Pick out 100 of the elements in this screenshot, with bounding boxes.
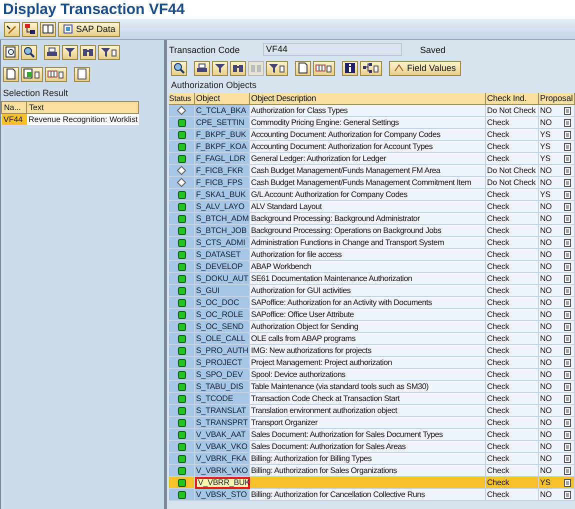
field-values-button[interactable]: Field Values: [389, 60, 461, 76]
column-header[interactable]: Text: [26, 102, 138, 114]
table-cell[interactable]: V_VBAK_AAT: [195, 429, 250, 441]
value-help-icon[interactable]: [564, 238, 571, 246]
value-help-icon[interactable]: [564, 178, 571, 186]
hierarchy-button[interactable]: [360, 60, 382, 76]
table-cell[interactable]: Revenue Recognition: Worklist: [26, 114, 138, 125]
value-help-icon[interactable]: [564, 322, 571, 330]
table-cell[interactable]: F_SKA1_BUK: [195, 189, 250, 201]
value-help-icon[interactable]: [564, 346, 571, 354]
find-button[interactable]: [80, 44, 96, 60]
value-help-icon[interactable]: [564, 298, 571, 306]
details-button[interactable]: [171, 60, 187, 76]
table-cell[interactable]: S_OC_SEND: [195, 321, 250, 333]
value-help-icon[interactable]: [564, 478, 571, 486]
window-button[interactable]: [40, 22, 56, 36]
search-button[interactable]: [21, 44, 37, 60]
value-help-icon[interactable]: [564, 490, 571, 498]
table-cell[interactable]: S_TABU_DIS: [195, 381, 250, 393]
value-help-icon[interactable]: [564, 406, 571, 414]
table-cell[interactable]: F_FICB_FPS: [195, 177, 250, 189]
filter-button[interactable]: [212, 60, 228, 76]
document-button[interactable]: [295, 60, 311, 76]
value-help-icon[interactable]: [564, 418, 571, 426]
info-button[interactable]: [342, 60, 358, 76]
details-button[interactable]: [3, 44, 19, 60]
filter-button[interactable]: [62, 44, 78, 60]
table-cell[interactable]: S_OC_ROLE: [195, 309, 250, 321]
value-help-icon[interactable]: [564, 250, 571, 258]
view-button[interactable]: [74, 66, 90, 82]
column-header[interactable]: Status: [169, 93, 195, 105]
table-cell[interactable]: S_TRANSPRT: [195, 417, 250, 429]
value-help-icon[interactable]: [564, 118, 571, 126]
table-cell: YS: [540, 129, 550, 140]
value-help-icon[interactable]: [564, 310, 571, 318]
value-help-icon[interactable]: [564, 394, 571, 402]
table-cell[interactable]: S_ALV_LAYO: [195, 201, 250, 213]
value-help-icon[interactable]: [564, 262, 571, 270]
value-help-icon[interactable]: [564, 202, 571, 210]
table-cell[interactable]: S_DEVELOP: [195, 261, 250, 273]
edit-button[interactable]: [4, 22, 20, 36]
print-button[interactable]: [44, 44, 60, 60]
value-help-icon[interactable]: [564, 154, 571, 162]
table-cell[interactable]: S_SPO_DEV: [195, 369, 250, 381]
filter-menu-button[interactable]: [98, 44, 120, 60]
value-help-icon[interactable]: [564, 466, 571, 474]
document-button[interactable]: [3, 66, 19, 82]
table-cell[interactable]: F_BKPF_BUK: [195, 129, 250, 141]
table-cell[interactable]: V_VBAK_VKO: [195, 441, 250, 453]
table-cell[interactable]: V_VBRK_VKO: [195, 465, 250, 477]
table-cell[interactable]: VF44: [2, 114, 26, 125]
table-cell[interactable]: S_GUI: [195, 285, 250, 297]
hierarchy-button[interactable]: [22, 22, 38, 36]
table-cell[interactable]: S_TCODE: [195, 393, 250, 405]
table-cell[interactable]: S_TRANSLAT: [195, 405, 250, 417]
table-cell[interactable]: S_BTCH_ADM: [195, 213, 250, 225]
column-header[interactable]: Na...: [2, 102, 26, 114]
table-cell[interactable]: V_VBSK_STO: [195, 489, 250, 501]
table-cell[interactable]: S_PROJECT: [195, 357, 250, 369]
value-help-icon[interactable]: [564, 358, 571, 366]
value-help-icon[interactable]: [564, 454, 571, 462]
table-cell[interactable]: S_DOKU_AUT: [195, 273, 250, 285]
value-help-icon[interactable]: [564, 214, 571, 222]
table-cell[interactable]: C_TCLA_BKA: [195, 105, 250, 117]
value-help-icon[interactable]: [564, 190, 571, 198]
value-help-icon[interactable]: [564, 226, 571, 234]
column-header[interactable]: Proposal: [539, 93, 575, 105]
value-help-icon[interactable]: [564, 334, 571, 342]
table-cell[interactable]: S_DATASET: [195, 249, 250, 261]
value-help-icon[interactable]: [564, 382, 571, 390]
table-cell[interactable]: S_CTS_ADMI: [195, 237, 250, 249]
value-help-icon[interactable]: [564, 370, 571, 378]
layout-button[interactable]: [45, 66, 67, 82]
print-button[interactable]: [194, 60, 210, 76]
table-cell[interactable]: F_BKPF_KOA: [195, 141, 250, 153]
table-cell[interactable]: V_VBRK_FKA: [195, 453, 250, 465]
value-help-icon[interactable]: [564, 286, 571, 294]
column-header[interactable]: Object Description: [250, 93, 486, 105]
transaction-code-field[interactable]: VF44: [263, 43, 402, 56]
value-help-icon[interactable]: [564, 106, 571, 114]
value-help-icon[interactable]: [564, 130, 571, 138]
table-cell[interactable]: CPE_SETTIN: [195, 117, 250, 129]
column-header[interactable]: Check Ind.: [486, 93, 539, 105]
layout-button[interactable]: [313, 60, 335, 76]
value-help-icon[interactable]: [564, 430, 571, 438]
export-button[interactable]: [21, 66, 43, 82]
table-cell[interactable]: S_OC_DOC: [195, 297, 250, 309]
value-help-icon[interactable]: [564, 142, 571, 150]
filter-menu-button[interactable]: [266, 60, 288, 76]
table-cell[interactable]: F_FICB_FKR: [195, 165, 250, 177]
table-cell[interactable]: S_BTCH_JOB: [195, 225, 250, 237]
table-cell[interactable]: F_FAGL_LDR: [195, 153, 250, 165]
table-cell[interactable]: S_PRO_AUTH: [195, 345, 250, 357]
table-cell[interactable]: S_OLE_CALL: [195, 333, 250, 345]
find-button[interactable]: [230, 60, 246, 76]
sap-data-button[interactable]: SAP Data: [58, 22, 120, 36]
value-help-icon[interactable]: [564, 442, 571, 450]
value-help-icon[interactable]: [564, 166, 571, 174]
column-header[interactable]: Object: [195, 93, 250, 105]
value-help-icon[interactable]: [564, 274, 571, 282]
